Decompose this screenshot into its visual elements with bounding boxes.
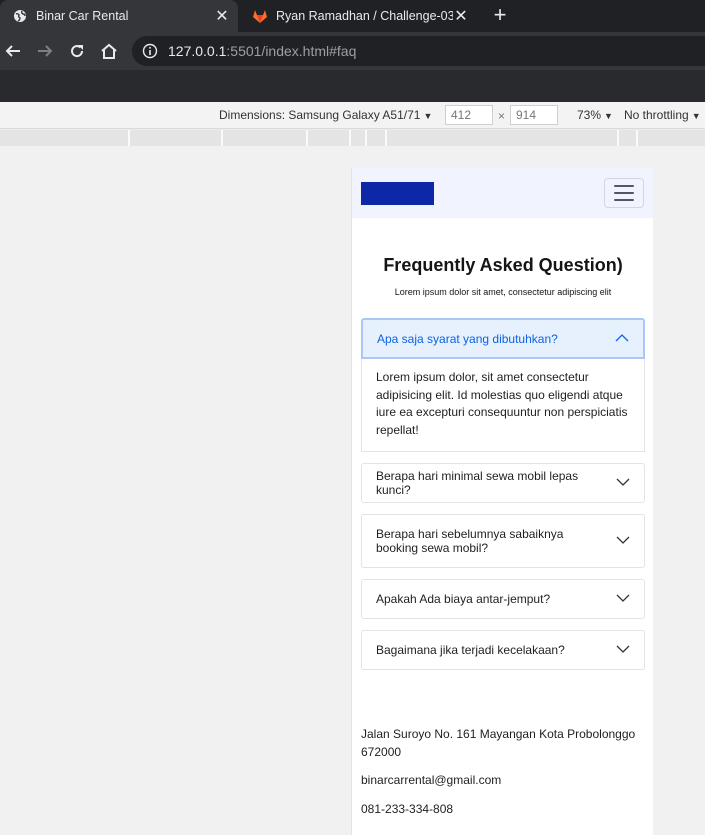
close-tab-icon[interactable]: ✕ <box>453 6 469 26</box>
throttling-select[interactable]: No throttling ▼ <box>624 108 701 122</box>
back-arrow-icon[interactable] <box>2 40 24 62</box>
tab-gitlab[interactable]: Ryan Ramadhan / Challenge-03 · GitLab ✕ <box>240 0 477 32</box>
faq-subtitle: Lorem ipsum dolor sit amet, consectetur … <box>394 287 612 297</box>
faq-question-button[interactable]: Apa saja syarat yang dibutuhkan? <box>361 318 645 359</box>
url-text: 127.0.0.1:5501/index.html#faq <box>168 43 357 59</box>
tab-strip: Binar Car Rental ✕ Ryan Ramadhan / Chall… <box>0 0 705 32</box>
tab-title: Binar Car Rental <box>36 9 129 23</box>
times-sign: × <box>498 109 506 123</box>
info-icon[interactable] <box>142 43 158 59</box>
close-tab-icon[interactable]: ✕ <box>214 6 230 26</box>
faq-question-button[interactable]: Berapa hari sebelumnya sabaiknya booking… <box>362 515 644 567</box>
chevron-up-icon <box>615 332 629 346</box>
height-input[interactable]: 914 <box>510 105 558 125</box>
forward-arrow-icon[interactable] <box>34 40 56 62</box>
tab-binar-car-rental[interactable]: Binar Car Rental ✕ <box>0 0 238 32</box>
faq-question-button[interactable]: Apakah Ada biaya antar-jemput? <box>362 580 644 618</box>
footer-email[interactable]: binarcarrental@gmail.com <box>361 771 641 789</box>
faq-title: Frequently Asked Question) <box>383 255 623 275</box>
faq-item-2: Berapa hari minimal sewa mobil lepas kun… <box>361 463 645 503</box>
faq-question-button[interactable]: Berapa hari minimal sewa mobil lepas kun… <box>362 464 644 502</box>
dropdown-caret-icon: ▼ <box>423 111 433 121</box>
faq-question-button[interactable]: Bagaimana jika terjadi kecelakaan? <box>362 631 644 669</box>
width-input[interactable]: 412 <box>445 105 493 125</box>
chevron-down-icon <box>616 534 630 548</box>
reload-icon[interactable] <box>66 40 88 62</box>
dropdown-caret-icon: ▼ <box>604 111 613 121</box>
toolbar-spacer <box>0 70 705 102</box>
menu-toggle-button[interactable] <box>604 178 644 208</box>
browser-toolbar: 127.0.0.1:5501/index.html#faq <box>0 32 705 70</box>
home-icon[interactable] <box>98 40 120 62</box>
gitlab-icon <box>252 8 268 24</box>
new-tab-button[interactable]: + <box>487 4 513 28</box>
faq-item-4: Apakah Ada biaya antar-jemput? <box>361 579 645 619</box>
chevron-down-icon <box>616 476 630 490</box>
footer-phone: 081-233-334-808 <box>361 802 454 816</box>
device-toolbar: Dimensions: Samsung Galaxy A51/71 ▼ 412 ×… <box>0 102 705 129</box>
device-select[interactable]: Dimensions: Samsung Galaxy A51/71 ▼ <box>219 108 432 122</box>
faq-item-3: Berapa hari sebelumnya sabaiknya booking… <box>361 514 645 568</box>
zoom-select[interactable]: 73% ▼ <box>577 108 613 122</box>
footer-address: Jalan Suroyo No. 161 Mayangan Kota Probo… <box>361 727 636 759</box>
media-query-bar[interactable] <box>0 130 705 146</box>
faq-item-5: Bagaimana jika terjadi kecelakaan? <box>361 630 645 670</box>
hamburger-icon <box>614 185 634 187</box>
navbar <box>352 168 653 218</box>
faq-item-1: Apa saja syarat yang dibutuhkan? Lorem i… <box>361 318 645 452</box>
brand-logo[interactable] <box>361 182 434 205</box>
chevron-down-icon <box>616 643 630 657</box>
address-bar[interactable]: 127.0.0.1:5501/index.html#faq <box>132 36 705 66</box>
chevron-down-icon <box>616 592 630 606</box>
dropdown-caret-icon: ▼ <box>691 111 701 121</box>
emulated-page: Frequently Asked Question) Lorem ipsum d… <box>351 168 653 835</box>
globe-icon <box>12 8 28 24</box>
faq-answer: Lorem ipsum dolor, sit amet consectetur … <box>361 359 645 452</box>
tab-title: Ryan Ramadhan / Challenge-03 · GitLab <box>276 9 453 23</box>
